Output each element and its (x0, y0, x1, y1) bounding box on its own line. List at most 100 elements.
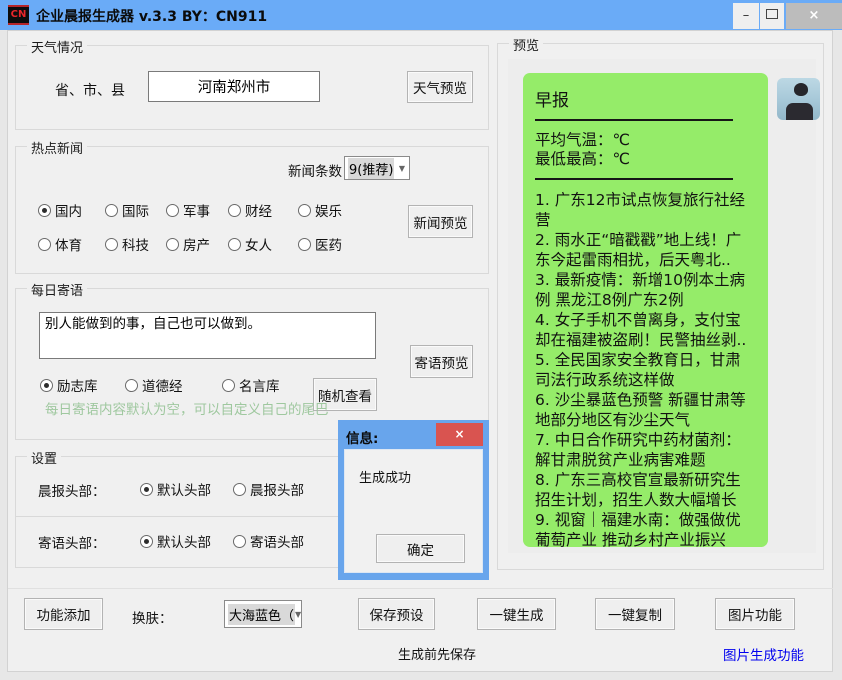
radio-icon (38, 204, 51, 217)
message-header-label: 寄语头部： (38, 532, 106, 552)
message-preview-label: 寄语预览 (415, 352, 469, 372)
dialog-ok-button[interactable]: 确定 (376, 534, 465, 563)
radio-icon (233, 535, 246, 548)
radio-label: 国际 (122, 200, 149, 220)
radio-icon (228, 204, 241, 217)
news-count-value: 9(推荐) (348, 158, 394, 179)
radio-icon (140, 535, 153, 548)
news-category-keji[interactable]: 科技 (105, 234, 149, 254)
close-icon: × (809, 8, 820, 23)
news-category-guonei[interactable]: 国内 (38, 200, 82, 220)
bubble-divider (535, 178, 733, 180)
news-line: 8. 广东三高校官宣最新研究生招生计划，招生人数大幅增长 (535, 470, 756, 510)
dialog-close-button[interactable]: × (436, 423, 483, 446)
radio-label: 娱乐 (315, 200, 342, 220)
news-category-guoji[interactable]: 国际 (105, 200, 149, 220)
news-line: 6. 沙尘暴蓝色预警 新疆甘肃等地部分地区有沙尘天气 (535, 390, 756, 430)
news-category-yule[interactable]: 娱乐 (298, 200, 342, 220)
radio-label: 房产 (183, 234, 210, 254)
news-group-label: 热点新闻 (27, 138, 87, 157)
radio-icon (222, 379, 235, 392)
dialog-ok-label: 确定 (407, 539, 434, 559)
app-icon: CN (8, 5, 29, 25)
news-line: 2. 雨水正“暗戳戳”地上线！广东今起雷雨相扰，后天粤北.. (535, 230, 756, 270)
add-function-button[interactable]: 功能添加 (24, 598, 103, 630)
city-input[interactable]: 河南郑州市 (148, 71, 320, 102)
message-source-daodejing[interactable]: 道德经 (125, 375, 183, 395)
add-function-label: 功能添加 (37, 604, 91, 624)
weather-preview-button[interactable]: 天气预览 (407, 71, 473, 103)
avatar (777, 78, 820, 120)
news-count-select[interactable]: 9(推荐) ▼ (344, 156, 410, 180)
dialog-title: 信息: (346, 427, 378, 447)
message-source-mingyanku[interactable]: 名言库 (222, 375, 280, 395)
app-window: CN 企业晨报生成器 v.3.3 BY：CN911 – × 天气情况 省、市、县… (0, 0, 842, 680)
radio-label: 军事 (183, 200, 210, 220)
radio-label: 道德经 (142, 375, 183, 395)
radio-icon (298, 204, 311, 217)
minimize-button[interactable]: – (733, 3, 759, 29)
morning-header-custom[interactable]: 晨报头部 (233, 479, 304, 499)
radio-icon (233, 483, 246, 496)
city-input-value: 河南郑州市 (198, 76, 271, 97)
message-header-custom[interactable]: 寄语头部 (233, 531, 304, 551)
message-hint: 每日寄语内容默认为空，可以自定义自己的尾巴 (45, 398, 329, 418)
chevron-down-icon: ▼ (295, 610, 301, 619)
radio-label: 名言库 (239, 375, 280, 395)
radio-label: 寄语头部 (250, 531, 304, 551)
bubble-title: 早报 (535, 86, 756, 111)
maximize-button[interactable] (760, 3, 784, 29)
image-function-button[interactable]: 图片功能 (715, 598, 795, 630)
news-category-fangchan[interactable]: 房产 (166, 234, 210, 254)
radio-label: 体育 (55, 234, 82, 254)
radio-icon (298, 238, 311, 251)
morning-header-default[interactable]: 默认头部 (140, 479, 211, 499)
news-line: 4. 女子手机不曾离身，支付宝却在福建被盗刷！民警抽丝剥.. (535, 310, 756, 350)
minimize-icon: – (743, 8, 750, 23)
settings-group-label: 设置 (27, 448, 61, 467)
weather-preview-label: 天气预览 (413, 77, 467, 97)
news-category-junshi[interactable]: 军事 (166, 200, 210, 220)
chevron-down-icon: ▼ (399, 164, 405, 173)
news-category-caijing[interactable]: 财经 (228, 200, 272, 220)
dialog-message: 生成成功 (359, 467, 411, 486)
message-source-lizhiku[interactable]: 励志库 (40, 375, 98, 395)
radio-icon (105, 204, 118, 217)
radio-label: 国内 (55, 200, 82, 220)
message-preview-button[interactable]: 寄语预览 (410, 345, 473, 378)
chat-bubble: 早报 平均气温：℃ 最低最高：℃ 1. 广东12市试点恢复旅行社经营 2. 雨水… (523, 73, 768, 547)
message-textarea[interactable]: 别人能做到的事，自己也可以做到。 (39, 312, 376, 359)
radio-label: 女人 (245, 234, 272, 254)
skin-select-value: 大海蓝色（ (228, 604, 295, 625)
info-dialog: 信息: × 生成成功 确定 (338, 420, 489, 580)
weather-line: 最低最高：℃ (535, 150, 756, 169)
radio-icon (166, 204, 179, 217)
message-header-default[interactable]: 默认头部 (140, 531, 211, 551)
news-category-nvren[interactable]: 女人 (228, 234, 272, 254)
save-preset-label: 保存预设 (370, 604, 424, 624)
dialog-body: 生成成功 确定 (344, 449, 483, 573)
skin-select[interactable]: 大海蓝色（ ▼ (224, 600, 302, 628)
message-text-value: 别人能做到的事，自己也可以做到。 (45, 316, 261, 332)
news-preview-label: 新闻预览 (414, 212, 468, 232)
save-preset-button[interactable]: 保存预设 (358, 598, 435, 630)
news-category-yiyao[interactable]: 医药 (298, 234, 342, 254)
bubble-news-list: 1. 广东12市试点恢复旅行社经营 2. 雨水正“暗戳戳”地上线！广东今起雷雨相… (535, 190, 756, 547)
radio-label: 科技 (122, 234, 149, 254)
copy-label: 一键复制 (608, 604, 662, 624)
news-preview-button[interactable]: 新闻预览 (408, 205, 473, 238)
image-generate-link[interactable]: 图片生成功能 (723, 644, 804, 664)
copy-button[interactable]: 一键复制 (595, 598, 675, 630)
generate-button[interactable]: 一键生成 (477, 598, 556, 630)
generate-label: 一键生成 (490, 604, 544, 624)
close-button[interactable]: × (786, 3, 842, 29)
radio-label: 默认头部 (157, 479, 211, 499)
bubble-divider (535, 119, 733, 121)
bubble-weather: 平均气温：℃ 最低最高：℃ (535, 131, 756, 169)
news-line: 3. 最新疫情：新增10例本土病例 黑龙江8例广东2例 (535, 270, 756, 310)
maximize-icon (766, 9, 778, 19)
news-category-tiyu[interactable]: 体育 (38, 234, 82, 254)
radio-label: 医药 (315, 234, 342, 254)
radio-icon (228, 238, 241, 251)
footer-divider (8, 588, 833, 589)
